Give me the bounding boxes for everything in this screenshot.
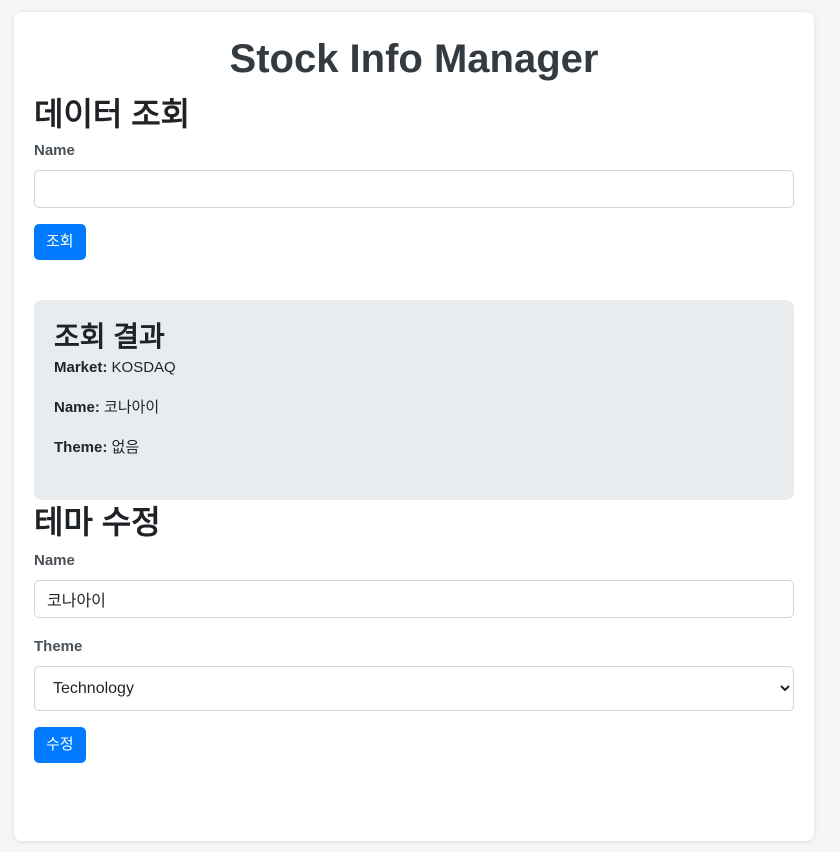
result-theme-label: Theme: [54,439,108,456]
result-market-value: KOSDAQ [111,359,176,376]
result-theme-value: 없음 [111,439,140,456]
edit-section-title: 테마 수정 [34,504,161,540]
edit-name-label: Name [34,552,75,569]
result-panel: 조회 결과 Market: KOSDAQ Name: 코나아이 Theme: 없… [34,300,794,500]
page-title: Stock Info Manager [229,37,599,81]
result-market-label: Market: [54,359,108,376]
result-market: Market: KOSDAQ [54,358,774,378]
main-card: Stock Info Manager 데이터 조회 Name 조회 조회 결과 … [14,12,814,841]
edit-button[interactable]: 수정 [34,727,86,763]
lookup-name-label: Name [34,142,75,159]
theme-select[interactable]: Technology [34,666,794,711]
edit-name-input[interactable] [34,580,794,618]
result-name-value: 코나아이 [104,399,160,416]
lookup-name-input[interactable] [34,170,794,208]
lookup-section-title: 데이터 조회 [34,96,191,132]
result-title: 조회 결과 [54,321,165,352]
lookup-button[interactable]: 조회 [34,224,86,260]
result-name: Name: 코나아이 [54,398,774,418]
edit-theme-label: Theme [34,638,83,655]
result-name-label: Name: [54,399,100,416]
result-theme: Theme: 없음 [54,438,774,458]
